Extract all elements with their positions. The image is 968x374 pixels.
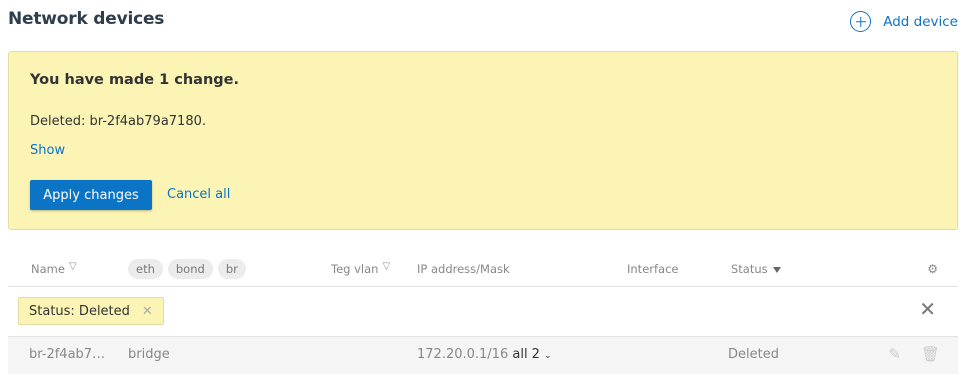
column-teg-vlan-label: Teg vlan [331, 262, 379, 276]
status-filter-label: Status: Deleted [29, 303, 130, 319]
filter-icon[interactable] [69, 261, 78, 274]
type-filter-chips: eth bond br [128, 259, 246, 279]
pencil-icon[interactable]: ✎ [888, 345, 901, 363]
close-icon[interactable]: ✕ [142, 304, 153, 319]
device-type: bridge [128, 347, 170, 362]
column-name[interactable]: Name [31, 261, 78, 276]
column-interface: Interface [627, 262, 679, 276]
chip-eth[interactable]: eth [128, 259, 163, 279]
pending-changes-panel: You have made 1 change. Deleted: br-2f4a… [8, 51, 958, 230]
device-name: br-2f4ab7… [29, 347, 106, 362]
active-filters-row: Status: Deleted ✕ ✕ [8, 287, 958, 337]
add-device-label: Add device [883, 13, 958, 30]
gear-icon[interactable]: ⚙ [927, 262, 938, 276]
chip-br[interactable]: br [217, 259, 246, 279]
ip-all-dropdown[interactable]: all 2 ⌄ [512, 347, 551, 362]
trash-icon[interactable]: 🗑 [921, 345, 940, 363]
show-changes-link[interactable]: Show [30, 143, 65, 158]
clear-filters-icon[interactable]: ✕ [919, 299, 936, 319]
table-row[interactable]: br-2f4ab7… bridge 172.20.0.1/16 all 2 ⌄ … [8, 337, 958, 374]
column-interface-label: Interface [627, 262, 679, 276]
page-title: Network devices [8, 9, 165, 29]
filter-icon[interactable] [382, 261, 391, 274]
chip-bond[interactable]: bond [167, 259, 213, 279]
column-name-label: Name [31, 262, 65, 276]
column-status-label: Status [731, 262, 768, 276]
filter-active-icon[interactable] [772, 267, 781, 273]
column-ip-mask: IP address/Mask [417, 262, 510, 276]
status-filter-tag: Status: Deleted ✕ [18, 297, 164, 325]
column-status[interactable]: Status [731, 262, 781, 276]
plus-circle-icon [850, 11, 872, 32]
row-actions: ✎ 🗑 [888, 345, 940, 363]
ip-address: 172.20.0.1/16 all 2 ⌄ [417, 347, 552, 362]
table-header: Name eth bond br Teg vlan IP address/Mas… [8, 252, 958, 287]
column-teg-vlan[interactable]: Teg vlan [331, 261, 391, 276]
ip-all-label: all 2 [512, 347, 540, 362]
cancel-all-link[interactable]: Cancel all [167, 187, 230, 202]
apply-changes-button[interactable]: Apply changes [30, 180, 152, 210]
ip-address-value: 172.20.0.1/16 [417, 347, 509, 362]
device-status: Deleted [728, 347, 779, 362]
deleted-device-text: Deleted: br-2f4ab79a7180. [30, 114, 206, 129]
column-ip-mask-label: IP address/Mask [417, 262, 510, 276]
add-device-button[interactable]: Add device [850, 11, 958, 32]
changes-title: You have made 1 change. [30, 72, 239, 88]
chevron-down-icon: ⌄ [544, 351, 552, 361]
